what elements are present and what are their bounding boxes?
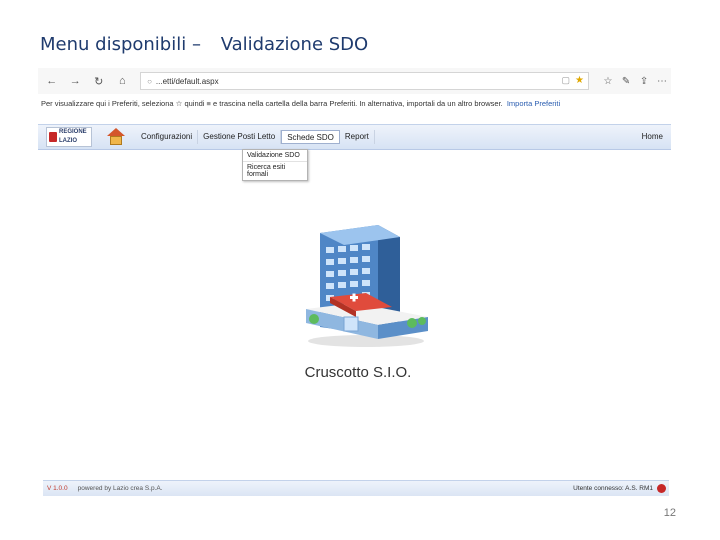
address-text: ...etti/default.aspx [155, 76, 219, 86]
app-screenshot: ← → ↻ ⌂ ○ ...etti/default.aspx ▢ ★ ☆ ✎ ⇪… [38, 68, 671, 498]
menu-item-report[interactable]: Report [340, 130, 375, 144]
back-icon[interactable]: ← [42, 71, 62, 91]
slide-title: Menu disponibili – Validazione SDO [40, 34, 368, 55]
favorite-star-icon[interactable]: ★ [575, 75, 584, 86]
logo-line1: REGIONE [59, 129, 87, 135]
page-number: 12 [663, 507, 676, 519]
reading-view-icon[interactable]: ▢ [562, 75, 571, 86]
schede-sdo-dropdown: Validazione SDO Ricerca esiti formali [242, 149, 308, 181]
region-logo: REGIONE LAZIO [46, 127, 92, 147]
more-icon[interactable]: ⋯ [653, 76, 671, 87]
menu-item-configurazioni[interactable]: Configurazioni [136, 130, 199, 144]
hospital-building-icon [300, 223, 430, 348]
dropdown-item-validazione-sdo[interactable]: Validazione SDO [243, 150, 307, 161]
browser-toolbar: ← → ↻ ⌂ ○ ...etti/default.aspx ▢ ★ ☆ ✎ ⇪… [38, 68, 671, 94]
app-header: REGIONE LAZIO Configurazioni Gestione Po… [38, 124, 671, 150]
home-link[interactable]: Home [642, 132, 663, 141]
favorites-bar: Per visualizzare qui i Preferiti, selezi… [38, 97, 671, 111]
address-bar[interactable]: ○ ...etti/default.aspx ▢ ★ [140, 72, 590, 90]
refresh-icon[interactable]: ↻ [89, 71, 109, 91]
dropdown-item-ricerca-esiti[interactable]: Ricerca esiti formali [243, 161, 307, 180]
import-favorites-link[interactable]: Importa Preferiti [507, 99, 560, 108]
favorites-hint: Per visualizzare qui i Preferiti, selezi… [41, 99, 503, 108]
favorites-hub-icon[interactable]: ☆ [599, 76, 617, 87]
menu-item-gestione-posti-letto[interactable]: Gestione Posti Letto [198, 130, 282, 144]
share-icon[interactable]: ⇪ [635, 76, 653, 87]
menu-item-schede-sdo[interactable]: Schede SDO [281, 130, 340, 144]
browser-tools: ☆ ✎ ⇪ ⋯ [599, 76, 671, 87]
slide-title-part1: Menu disponibili – [40, 34, 201, 55]
home-icon[interactable] [106, 128, 126, 146]
version-label: V 1.0.0 [47, 485, 68, 492]
main-menu: Configurazioni Gestione Posti Letto Sche… [136, 130, 375, 144]
logo-line2: LAZIO [59, 138, 77, 144]
pen-icon[interactable]: ✎ [617, 76, 635, 87]
home-browser-icon[interactable]: ⌂ [113, 71, 133, 91]
slide-title-part2: Validazione SDO [220, 34, 369, 55]
app-footer: V 1.0.0 powered by Lazio crea S.p.A. Ute… [43, 480, 669, 496]
powered-by-label: powered by Lazio crea S.p.A. [77, 485, 163, 492]
dashboard-caption: Cruscotto S.I.O. [304, 364, 412, 381]
connected-user-label: Utente connesso: A.S. RM1 [573, 485, 653, 492]
forward-icon[interactable]: → [66, 71, 86, 91]
page-icon: ○ [147, 76, 152, 86]
logout-icon[interactable] [657, 484, 666, 493]
